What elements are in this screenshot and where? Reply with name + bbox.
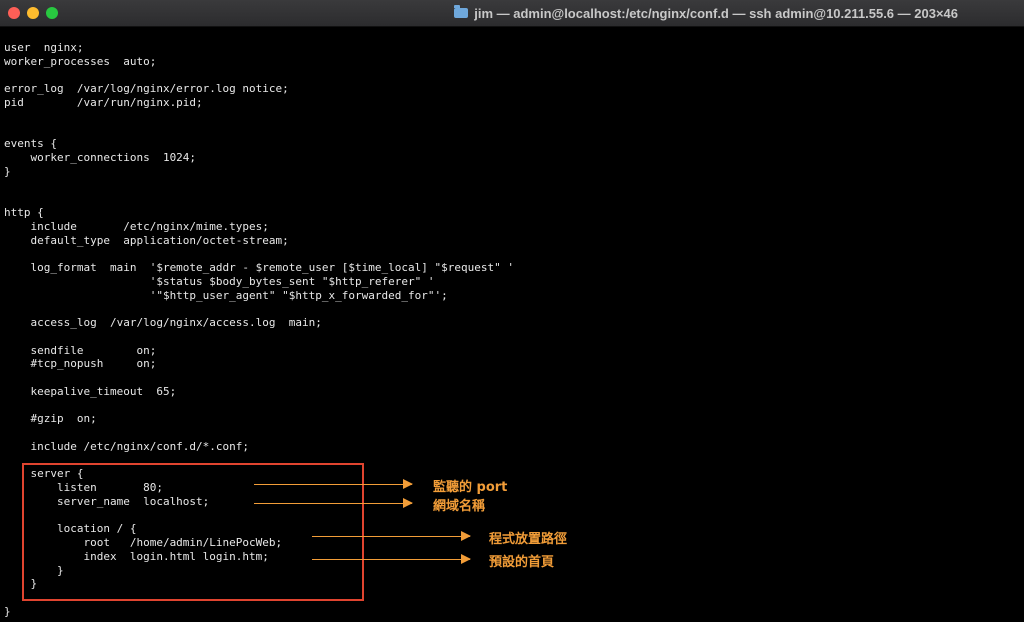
- terminal-line: '$status $body_bytes_sent "$http_referer…: [4, 274, 435, 288]
- annotation-index: 預設的首頁: [489, 555, 555, 570]
- arrow-root: [312, 531, 471, 541]
- terminal-line: http {: [4, 206, 44, 219]
- terminal-line: worker_connections 1024;: [4, 151, 197, 164]
- terminal-line: user nginx;: [4, 41, 84, 54]
- folder-icon: [454, 5, 469, 18]
- terminal-line: events {: [4, 137, 57, 151]
- terminal-line: default_type application/octet-stream;: [4, 233, 289, 247]
- terminal-line: include /etc/nginx/mime.types;: [4, 219, 269, 233]
- terminal-line: #gzip on;: [4, 412, 97, 426]
- annotation-root: 程式放置路徑: [489, 532, 568, 547]
- terminal-line: access_log /var/log/nginx/access.log mai…: [4, 316, 322, 329]
- terminal-line: worker_processes auto;: [4, 54, 157, 68]
- terminal-line: #tcp_nopush on;: [4, 357, 157, 371]
- annotation-port: 監聽的 port: [433, 480, 508, 495]
- terminal-line: log_format main '$remote_addr - $remote_…: [4, 261, 514, 274]
- arrow-port: [254, 479, 413, 489]
- annotation-domain: 網域名稱: [433, 499, 486, 514]
- title-bar[interactable]: jim — admin@localhost:/etc/nginx/conf.d …: [0, 0, 1024, 27]
- terminal-line: keepalive_timeout 65;: [4, 384, 177, 398]
- arrow-index: [312, 554, 471, 564]
- terminal-line: error_log /var/log/nginx/error.log notic…: [4, 82, 289, 96]
- terminal-line: }: [4, 164, 11, 178]
- window-title-wrap: jim — admin@localhost:/etc/nginx/conf.d …: [0, 0, 1024, 26]
- arrow-domain: [254, 498, 413, 508]
- terminal-line: include /etc/nginx/conf.d/*.conf;: [4, 439, 250, 453]
- terminal-line: '"$http_user_agent" "$http_x_forwarded_f…: [4, 288, 448, 302]
- terminal-line: }: [4, 604, 11, 618]
- terminal-line: pid /var/run/nginx.pid;: [4, 96, 203, 109]
- terminal-window: jim — admin@localhost:/etc/nginx/conf.d …: [0, 0, 1024, 622]
- terminal-line: sendfile on;: [4, 343, 157, 357]
- window-title: jim — admin@localhost:/etc/nginx/conf.d …: [474, 5, 958, 21]
